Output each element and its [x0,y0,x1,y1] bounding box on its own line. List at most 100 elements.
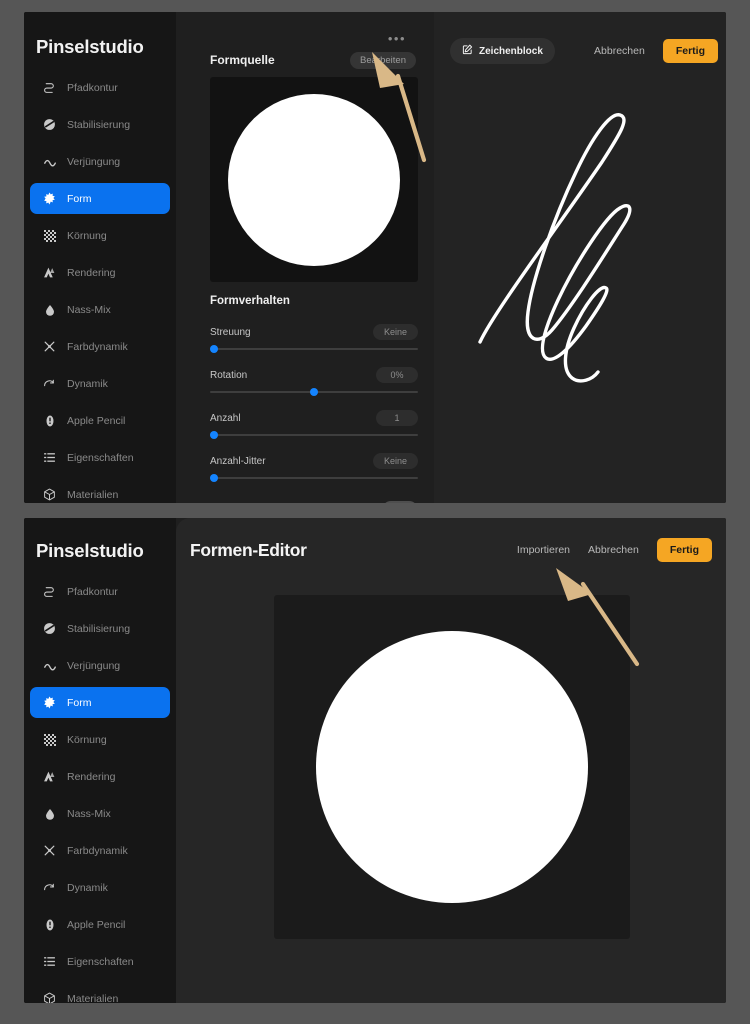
sidebar-item-dynamik-b[interactable]: Dynamik [30,872,170,903]
control-header: Anzahl-Jitter Keine [210,453,418,469]
speedometer-icon [42,376,57,391]
drawing-canvas-column: Zeichenblock Abbrechen Fertig [434,12,726,503]
import-button[interactable]: Importieren [517,544,570,556]
slider-knob[interactable] [210,474,219,482]
sidebar-item-materialien[interactable]: Materialien [30,479,170,503]
color-dynamics-icon [42,843,57,858]
sidebar-item-label: Stabilisierung [67,118,131,131]
sidebar-item-label: Körnung [67,229,107,242]
control-header: Anzahl 1 [210,410,418,426]
slider-anzahl-jitter[interactable] [210,474,418,482]
sidebar-item-k-rnung[interactable]: Körnung [30,220,170,251]
sidebar-item-form-b[interactable]: Form [30,687,170,718]
random-toggle-row: Zufällig [210,501,418,503]
sidebar-item-pfadkontur[interactable]: Pfadkontur [30,72,170,103]
shape-editor-circle [316,631,588,903]
sidebar-item-label: Form [67,696,92,709]
control-rotation: Rotation 0% [210,367,418,396]
stabilizer-icon [42,117,57,132]
sidebar-item-label: Farbdynamik [67,844,128,857]
sidebar-item-apple-pencil-b[interactable]: Apple Pencil [30,909,170,940]
edit-shape-button[interactable]: Bearbeiten [350,51,416,69]
control-header: Streuung Keine [210,324,418,340]
sidebar-item-label: Dynamik [67,377,108,390]
sidebar-item-label: Nass-Mix [67,807,111,820]
droplet-icon [42,806,57,821]
shape-source-title: Formquelle [210,53,275,67]
sidebar-item-label: Dynamik [67,881,108,894]
rendering-icon [42,265,57,280]
sidebar-item-label: Körnung [67,733,107,746]
list-icon [42,450,57,465]
sidebar-item-stabilisierung[interactable]: Stabilisierung [30,109,170,140]
app-title-bottom: Pinselstudio [36,540,144,561]
sidebar-item-form[interactable]: Form [30,183,170,214]
sidebar-item-label: Pfadkontur [67,81,118,94]
stabilizer-icon [42,621,57,636]
grain-icon [42,228,57,243]
sidebar-item-label: Verjüngung [67,659,121,672]
done-button-bottom[interactable]: Fertig [656,538,712,562]
control-anzahl: Anzahl 1 [210,410,418,439]
rendering-icon [42,769,57,784]
control-value-badge: Keine [372,453,418,469]
shape-source-preview[interactable] [210,77,418,282]
sidebar-item-k-rnung-b[interactable]: Körnung [30,724,170,755]
sidebar-item-label: Verjüngung [67,155,121,168]
sidebar-item-apple-pencil[interactable]: Apple Pencil [30,405,170,436]
control-label: Rotation [210,369,248,381]
control-label: Anzahl [210,412,241,424]
shape-burst-icon [42,191,57,206]
sidebar-item-label: Apple Pencil [67,918,126,931]
shape-settings-column: ••• Formquelle Bearbeiten Formverhalten … [176,12,642,503]
slider-knob[interactable] [310,388,318,396]
sidebar-item-nass-mix-b[interactable]: Nass-Mix [30,798,170,829]
control-label: Streuung [210,326,251,338]
brush-studio-panel-top: Pinselstudio Pfadkontur Stabilisierung Ver… [24,12,726,503]
shape-editor-title: Formen-Editor [190,539,307,560]
random-toggle[interactable] [382,501,418,503]
shape-editor-canvas[interactable] [274,595,630,939]
brush-stroke-drawing [478,113,632,383]
sidebar-item-stabilisierung-b[interactable]: Stabilisierung [30,613,170,644]
sidebar-item-rendering-b[interactable]: Rendering [30,761,170,792]
control-value-badge: 1 [376,410,418,426]
sidebar-item-label: Rendering [67,770,116,783]
shape-behavior-title: Formverhalten [210,295,290,307]
app-title: Pinselstudio [36,36,144,57]
sidebar-item-rendering[interactable]: Rendering [30,257,170,288]
cancel-button-bottom[interactable]: Abbrechen [588,544,639,556]
sidebar-item-pfadkontur-b[interactable]: Pfadkontur [30,576,170,607]
slider-rotation[interactable] [210,388,418,396]
screenshot-stage: Pinselstudio Pfadkontur Stabilisierung Ver… [0,0,750,1024]
sidebar-item-nass-mix[interactable]: Nass-Mix [30,294,170,325]
overflow-menu-icon[interactable]: ••• [388,32,406,45]
sidebar-item-eigenschaften-b[interactable]: Eigenschaften [30,946,170,977]
shape-burst-icon [42,695,57,710]
toggle-thumb [383,502,399,503]
sidebar-item-label: Farbdynamik [67,340,128,353]
control-anzahl-jitter: Anzahl-Jitter Keine [210,453,418,482]
sidebar-item-label: Materialien [67,488,119,501]
slider-knob[interactable] [210,431,219,439]
sidebar-item-verj-ngung[interactable]: Verjüngung [30,146,170,177]
shape-editor-area: Formen-Editor Importieren Abbrechen Fert… [176,518,726,1003]
slider-anzahl[interactable] [210,431,418,439]
control-value-badge: Keine [372,324,418,340]
shape-editor-header: Formen-Editor Importieren Abbrechen Fert… [176,518,726,582]
brush-studio-panel-bottom: Pinselstudio Pfadkontur Stabilisierung Ver… [24,518,726,1003]
taper-wave-icon [42,154,57,169]
slider-streuung[interactable] [210,345,418,353]
sidebar-top: Pinselstudio Pfadkontur Stabilisierung Ver… [24,12,176,503]
sidebar-item-farbdynamik-b[interactable]: Farbdynamik [30,835,170,866]
sidebar-item-verj-ngung-b[interactable]: Verjüngung [30,650,170,681]
sidebar-item-eigenschaften[interactable]: Eigenschaften [30,442,170,473]
slider-knob[interactable] [210,345,219,353]
shape-preview-circle [228,93,400,266]
sidebar-item-farbdynamik[interactable]: Farbdynamik [30,331,170,362]
shape-source-header: Formquelle Bearbeiten [176,48,434,72]
pencil-info-icon [42,413,57,428]
sidebar-item-dynamik[interactable]: Dynamik [30,368,170,399]
sidebar-item-materialien-b[interactable]: Materialien [30,983,170,1003]
speedometer-icon [42,880,57,895]
